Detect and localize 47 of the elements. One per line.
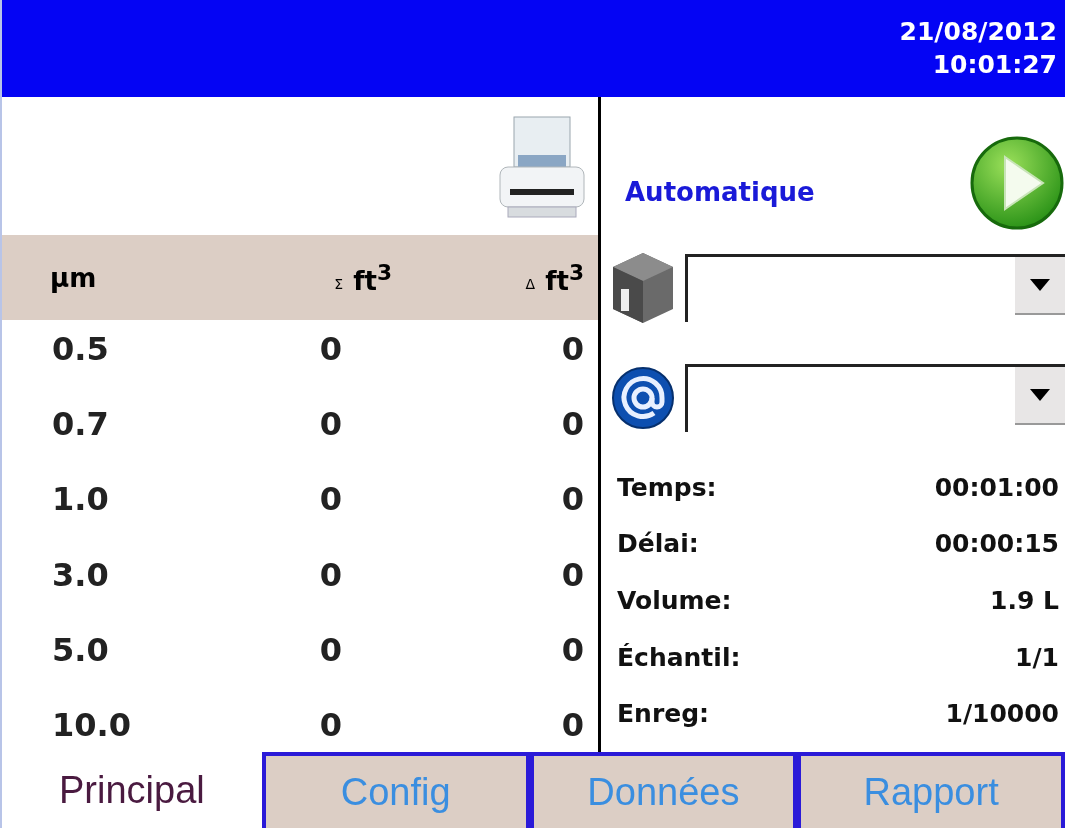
dropdown-field[interactable]	[685, 364, 1065, 432]
table-cell-text: 3.0	[51, 555, 110, 594]
table-cell-text: 0	[560, 555, 585, 594]
symbol-text: Δ	[525, 276, 536, 293]
field-value: 00:00:15	[934, 529, 1059, 559]
mode-label: Automatique	[624, 177, 815, 209]
play-icon[interactable]	[969, 135, 1065, 231]
printer-icon[interactable]	[496, 115, 588, 221]
table-cell-text: 0	[318, 405, 342, 444]
table-cell-text: 0.5	[51, 330, 110, 368]
field-label: Délai:	[617, 529, 699, 559]
column-header: ft$^{3}$	[545, 259, 584, 296]
dropdown-field[interactable]	[685, 254, 1065, 322]
table-cell-text: 0	[560, 480, 585, 519]
table-cell-text: 0	[318, 630, 342, 669]
column-header: μm	[50, 262, 97, 293]
cube-icon	[611, 251, 675, 325]
table-cell-text: 0	[560, 630, 585, 669]
column-header: ft$^{3}$	[353, 259, 392, 296]
tab[interactable]: Config	[261, 752, 530, 828]
field-label: Enreg:	[617, 699, 710, 729]
table-cell-text: 0.7	[51, 405, 110, 444]
tab[interactable]: Données	[529, 752, 798, 828]
field-label: Échantil:	[617, 642, 741, 672]
field-value: 00:01:00	[934, 472, 1059, 502]
field-value: 1/1	[1015, 642, 1059, 672]
table-cell-text: 10.0	[51, 705, 132, 744]
field-label: Volume:	[617, 586, 732, 615]
symbol-text: Σ	[334, 276, 344, 293]
field-value: 1/10000	[945, 699, 1059, 729]
table-cell-text: 0	[560, 330, 585, 368]
at-sign-icon	[611, 366, 675, 430]
table-cell-text: 0	[318, 480, 342, 519]
time-text: 10:01:27	[932, 48, 1057, 81]
table-cell-text: 0	[318, 555, 342, 594]
table-cell-text: 0	[560, 705, 585, 744]
date-text: 21/08/2012	[899, 16, 1057, 48]
field-value: 1.9 L	[990, 586, 1059, 615]
table-cell-text: 0	[318, 330, 342, 368]
table-cell-text: 5.0	[51, 630, 110, 669]
table-cell-text: 0	[560, 405, 585, 444]
caret-icon	[1030, 389, 1050, 401]
table-cell-text: 1.0	[51, 480, 110, 519]
caret-icon	[1030, 279, 1050, 291]
field-label: Temps:	[617, 472, 717, 502]
table-cell-text: 0	[318, 705, 342, 744]
tab[interactable]: Rapport	[797, 752, 1065, 828]
